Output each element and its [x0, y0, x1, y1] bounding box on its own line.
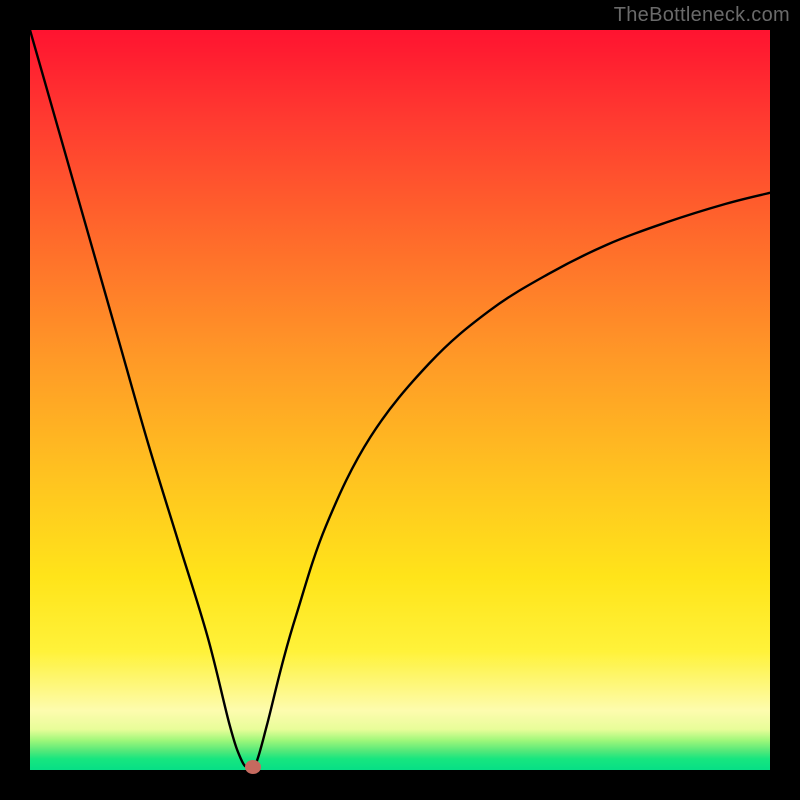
watermark-label: TheBottleneck.com — [614, 4, 790, 27]
curve-path — [30, 30, 770, 769]
curve-layer — [30, 30, 770, 770]
chart-frame: TheBottleneck.com — [0, 0, 800, 800]
minimum-marker — [245, 760, 261, 774]
